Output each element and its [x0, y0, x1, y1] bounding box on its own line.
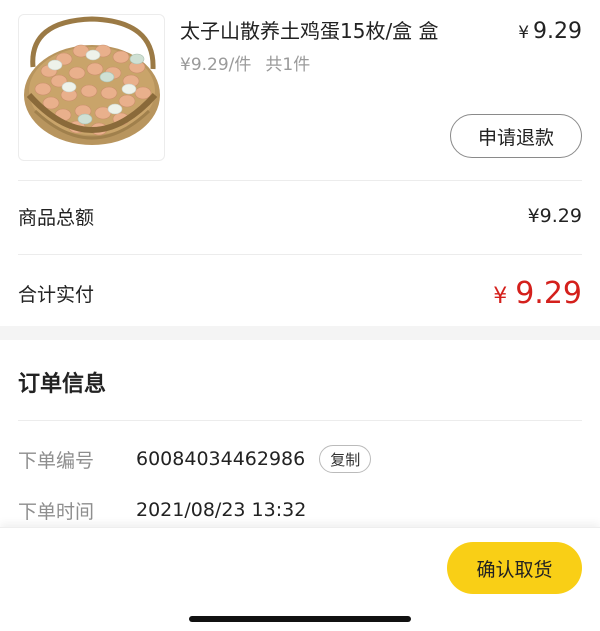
unit-price: ¥9.29/件 [180, 55, 252, 75]
paid-total-value: ¥9.29 [493, 276, 582, 311]
bottom-action-bar: 确认取货 [0, 527, 600, 631]
price-currency: ¥ [518, 23, 530, 43]
home-indicator[interactable] [189, 616, 411, 622]
order-time-value: 2021/08/23 13:32 [136, 499, 307, 521]
quantity: 共1件 [265, 55, 311, 75]
refund-button[interactable]: 申请退款 [450, 114, 582, 158]
price-value: 9.29 [533, 19, 582, 44]
egg-basket-illustration [24, 16, 160, 145]
paid-currency: ¥ [493, 283, 508, 309]
order-info-title: 订单信息 [18, 372, 107, 397]
egg-basket-image[interactable] [18, 14, 165, 161]
product-card: 太子山散养土鸡蛋15枚/盒 盒 ¥9.29 ¥9.29/件 共1件 申请退款 [0, 0, 600, 182]
divider [18, 254, 582, 255]
divider [18, 180, 582, 181]
section-gap [0, 326, 600, 340]
order-number-label: 下单编号 [18, 449, 95, 472]
goods-total-value: ¥9.29 [527, 205, 582, 227]
product-price: ¥9.29 [518, 16, 582, 49]
product-title[interactable]: 太子山散养土鸡蛋15枚/盒 盒 [180, 16, 480, 46]
product-meta: ¥9.29/件 共1件 [180, 52, 310, 78]
goods-total-row: 商品总额 ¥9.29 [0, 196, 600, 236]
goods-total-label: 商品总额 [18, 206, 95, 229]
order-number-value: 60084034462986 [136, 448, 306, 470]
divider [18, 420, 582, 421]
order-time-label: 下单时间 [18, 500, 95, 523]
paid-total-label: 合计实付 [18, 283, 95, 306]
paid-amount: 9.29 [515, 275, 582, 311]
order-time-row: 下单时间 2021/08/23 13:32 [18, 494, 306, 526]
paid-total-row: 合计实付 ¥9.29 [0, 270, 600, 316]
copy-button[interactable]: 复制 [319, 445, 372, 473]
confirm-pickup-button[interactable]: 确认取货 [447, 542, 582, 594]
order-number-row: 下单编号 60084034462986 复制 [18, 443, 372, 475]
